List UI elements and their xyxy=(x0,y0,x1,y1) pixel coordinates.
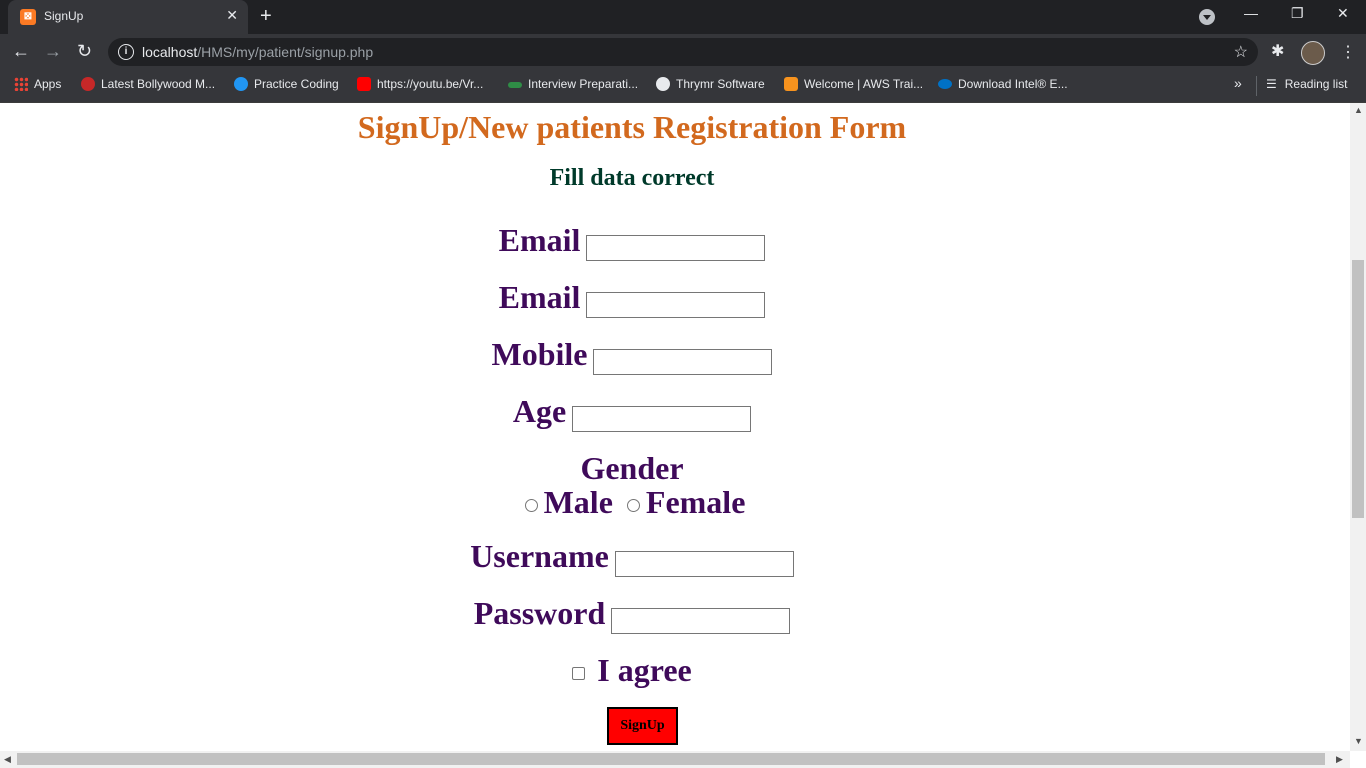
gender-label: Gender xyxy=(580,450,684,486)
gfg-icon xyxy=(508,82,522,88)
url-text: localhost/HMS/my/patient/signup.php xyxy=(142,44,374,60)
signup-button[interactable]: SignUp xyxy=(607,707,678,745)
age-field[interactable] xyxy=(572,406,752,432)
agree-label: I agree xyxy=(597,652,692,688)
mobile-field[interactable] xyxy=(593,349,773,375)
mobile-row: Mobile xyxy=(0,336,1264,375)
bookmark-youtube[interactable]: https://youtu.be/Vr... xyxy=(357,77,483,91)
globe-icon xyxy=(656,77,670,91)
page-content: SignUp/New patients Registration Form Fi… xyxy=(0,103,1350,751)
password-label: Password xyxy=(473,595,606,631)
window-close-icon[interactable]: ✕ xyxy=(1337,5,1349,22)
close-tab-icon[interactable]: ✕ xyxy=(226,7,238,24)
scroll-down-icon[interactable]: ▼ xyxy=(1354,736,1363,746)
gender-heading-row: Gender xyxy=(0,450,1264,487)
age-row: Age xyxy=(0,393,1264,432)
browser-toolbar: ← → ↻ i localhost/HMS/my/patient/signup.… xyxy=(0,34,1366,70)
bookmark-interview[interactable]: Interview Preparati... xyxy=(508,77,638,91)
male-label: Male xyxy=(543,484,613,520)
info-icon[interactable]: i xyxy=(118,44,134,60)
tab-title: SignUp xyxy=(44,9,84,23)
email-label: Email xyxy=(498,222,581,258)
reading-list-button[interactable]: ☰ Reading list xyxy=(1266,77,1347,91)
page-subtitle: Fill data correct xyxy=(549,165,715,191)
password-row: Password xyxy=(0,595,1264,634)
female-label: Female xyxy=(645,484,746,520)
reading-list-icon: ☰ xyxy=(1266,77,1277,91)
female-radio[interactable] xyxy=(626,499,640,513)
scroll-left-icon[interactable]: ◀ xyxy=(4,754,11,765)
youtube-icon xyxy=(357,77,371,91)
restore-icon[interactable]: ❐ xyxy=(1291,5,1304,22)
scroll-up-icon[interactable]: ▲ xyxy=(1354,105,1363,115)
extensions-icon[interactable]: ✱ xyxy=(1271,41,1284,61)
mobile-label: Mobile xyxy=(491,336,588,372)
page-title: SignUp/New patients Registration Form xyxy=(357,109,907,145)
back-icon[interactable]: ← xyxy=(12,41,30,62)
forward-icon[interactable]: → xyxy=(44,41,62,62)
male-radio[interactable] xyxy=(524,499,538,513)
horizontal-scrollbar[interactable]: ◀ ▶ xyxy=(0,751,1350,768)
agree-checkbox[interactable] xyxy=(572,667,586,681)
new-tab-button[interactable]: + xyxy=(260,5,272,28)
bookmark-aws[interactable]: Welcome | AWS Trai... xyxy=(784,77,923,91)
tab-strip: ⊠ SignUp ✕ + — ❐ ✕ xyxy=(0,0,1366,34)
bookmark-intel[interactable]: Download Intel® E... xyxy=(938,77,1068,91)
avatar[interactable] xyxy=(1301,41,1325,65)
bookmark-star-icon[interactable]: ☆ xyxy=(1234,42,1248,62)
username-row: Username xyxy=(0,538,1264,577)
minimize-icon[interactable]: — xyxy=(1244,5,1258,21)
username-field[interactable] xyxy=(614,551,794,577)
email-label-2: Email xyxy=(498,279,581,315)
m-logo-icon xyxy=(81,77,95,91)
email-row-2: Email xyxy=(0,279,1264,318)
address-bar[interactable]: i localhost/HMS/my/patient/signup.php ☆ xyxy=(108,38,1258,66)
bookmarks-bar: Apps Latest Bollywood M... Practice Codi… xyxy=(0,70,1366,103)
email-field[interactable] xyxy=(586,235,766,261)
reload-icon[interactable]: ↻ xyxy=(77,41,92,62)
bookmark-apps[interactable]: Apps xyxy=(14,77,61,91)
email-field-2[interactable] xyxy=(586,292,766,318)
vertical-scrollbar[interactable]: ▲ ▼ xyxy=(1350,103,1366,751)
horizontal-scroll-thumb[interactable] xyxy=(17,753,1325,765)
username-label: Username xyxy=(470,538,609,574)
intel-icon xyxy=(938,79,952,89)
xampp-favicon-icon: ⊠ xyxy=(20,9,36,25)
age-label: Age xyxy=(512,393,567,429)
bookmark-thrymr[interactable]: Thrymr Software xyxy=(656,77,765,91)
apps-grid-icon xyxy=(14,77,28,91)
bookmark-bollywood[interactable]: Latest Bollywood M... xyxy=(81,77,215,91)
password-field[interactable] xyxy=(611,608,791,634)
aws-icon xyxy=(784,77,798,91)
menu-icon[interactable]: ⋮ xyxy=(1340,42,1356,62)
tab-search-icon[interactable] xyxy=(1199,9,1215,25)
email-row-1: Email xyxy=(0,222,1264,261)
bookmark-practice-coding[interactable]: Practice Coding xyxy=(234,77,339,91)
bookmarks-divider xyxy=(1256,76,1257,96)
gender-options-row: Male Female xyxy=(0,484,1264,521)
more-bookmarks-icon[interactable]: » xyxy=(1234,75,1242,91)
agree-row: I agree xyxy=(0,652,1264,689)
scroll-right-icon[interactable]: ▶ xyxy=(1336,754,1343,765)
vertical-scroll-thumb[interactable] xyxy=(1352,260,1364,518)
browser-tab[interactable]: ⊠ SignUp ✕ xyxy=(8,0,248,34)
pb-logo-icon xyxy=(234,77,248,91)
